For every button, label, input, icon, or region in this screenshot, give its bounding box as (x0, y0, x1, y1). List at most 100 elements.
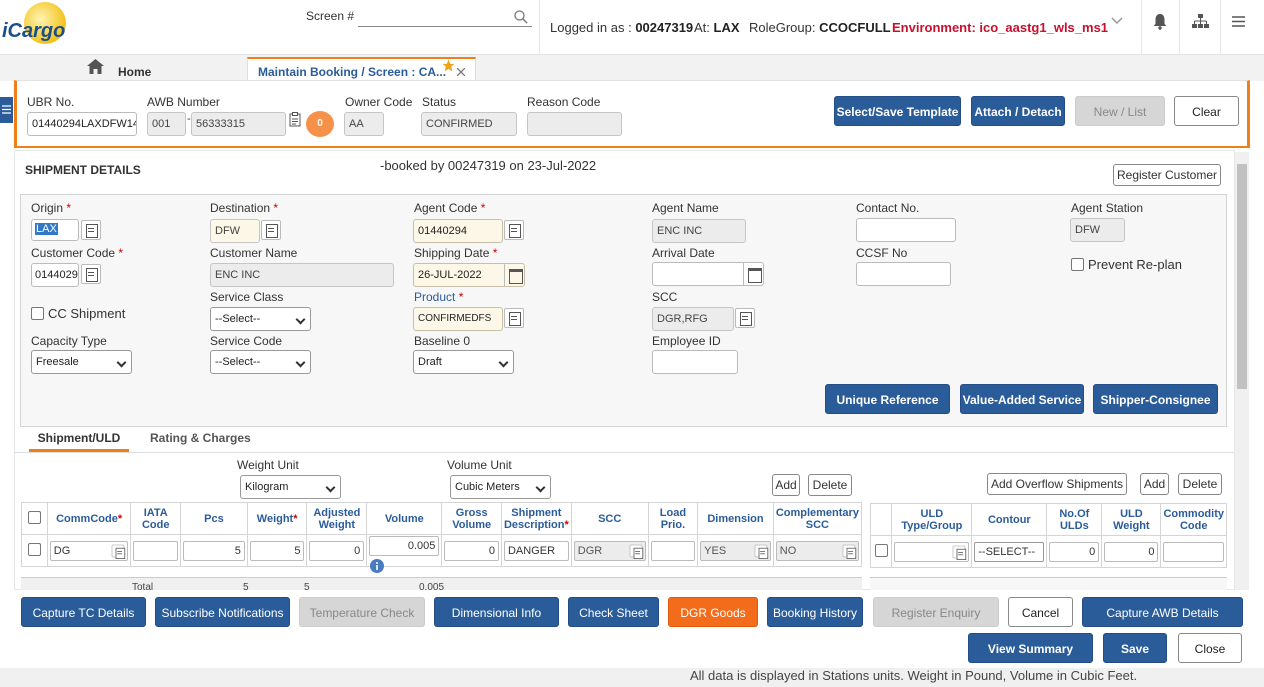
add-overflow-shipments-button[interactable]: Add Overflow Shipments (987, 473, 1127, 495)
commodity-code-input[interactable] (1163, 541, 1224, 562)
search-icon[interactable] (514, 10, 528, 24)
lookup-icon[interactable] (842, 544, 857, 559)
capture-tc-details-button[interactable]: Capture TC Details (21, 597, 146, 627)
row-checkbox[interactable] (27, 542, 41, 556)
reason-code-input[interactable] (527, 112, 622, 136)
volume-unit-select[interactable]: Cubic Meters (450, 475, 551, 499)
origin-lookup-icon[interactable] (81, 220, 101, 240)
product-input[interactable]: CONFIRMEDFS (413, 307, 503, 331)
weight-unit-select[interactable]: Kilogram (240, 475, 341, 499)
product-lookup-icon[interactable] (504, 308, 524, 328)
grid-delete-button[interactable]: Delete (808, 474, 852, 496)
screen-search-input[interactable] (358, 8, 532, 27)
register-enquiry-button[interactable]: Register Enquiry (873, 597, 999, 627)
lookup-icon[interactable] (754, 544, 768, 559)
iata-code-input[interactable] (133, 540, 178, 561)
customer-code-input[interactable]: 0144029 (31, 263, 79, 287)
temperature-check-button[interactable]: Temperature Check (299, 597, 425, 627)
cancel-button[interactable]: Cancel (1008, 597, 1073, 627)
vertical-scrollbar[interactable] (1235, 152, 1249, 590)
subscribe-notifications-button[interactable]: Subscribe Notifications (155, 597, 290, 627)
home-icon[interactable] (87, 59, 104, 74)
arrival-date-input[interactable] (652, 262, 764, 286)
lookup-icon[interactable] (289, 112, 301, 127)
hamburger-icon[interactable] (1232, 16, 1245, 27)
ubr-input[interactable]: 01440294LAXDFW14 (27, 112, 137, 136)
select-save-template-button[interactable]: Select/Save Template (834, 96, 961, 126)
tab-home[interactable]: Home (118, 65, 151, 79)
service-code-select[interactable]: --Select-- (210, 350, 311, 374)
customer-code-lookup-icon[interactable] (81, 264, 101, 284)
info-icon[interactable] (370, 559, 385, 573)
dimensional-info-button[interactable]: Dimensional Info (434, 597, 559, 627)
origin-input[interactable]: LAX (31, 219, 79, 241)
calendar-icon[interactable] (504, 264, 524, 286)
baseline-select[interactable]: Draft (413, 350, 514, 374)
prevent-replan-checkbox[interactable] (1071, 258, 1084, 271)
lookup-icon[interactable] (112, 544, 126, 559)
tab-shipment-uld[interactable]: Shipment/ULD (29, 430, 129, 452)
attach-detach-button[interactable]: Attach / Detach (971, 96, 1065, 126)
weight-input[interactable]: 5 (249, 540, 305, 561)
shipment-description-input[interactable]: DANGER (503, 540, 569, 561)
agent-code-input[interactable]: 01440294 (413, 219, 503, 243)
uld-type-input[interactable] (894, 541, 970, 562)
dimension-input[interactable]: YES (700, 540, 771, 561)
uld-delete-button[interactable]: Delete (1178, 473, 1222, 495)
awb-prefix-input[interactable]: 001 (147, 112, 186, 136)
save-button[interactable]: Save (1103, 633, 1167, 663)
gross-volume-input[interactable]: 0 (444, 540, 499, 561)
lookup-icon[interactable] (629, 544, 643, 559)
dgr-goods-button[interactable]: DGR Goods (668, 597, 758, 627)
booking-history-button[interactable]: Booking History (767, 597, 863, 627)
scc-cell-input[interactable]: DGR (573, 540, 646, 561)
awb-number-input[interactable]: 56333315 (191, 112, 286, 136)
no-of-ulds-input[interactable]: 0 (1049, 541, 1100, 562)
cc-shipment-checkbox[interactable] (31, 307, 44, 320)
grid-add-button[interactable]: Add (772, 474, 800, 496)
unique-reference-button[interactable]: Unique Reference (825, 384, 950, 414)
commcode-input[interactable]: DG (49, 540, 129, 561)
adjusted-weight-input[interactable]: 0 (309, 540, 365, 561)
register-customer-button[interactable]: Register Customer (1113, 164, 1221, 186)
destination-lookup-icon[interactable] (261, 220, 281, 240)
value-added-service-button[interactable]: Value-Added Service (960, 384, 1084, 414)
volume-input[interactable]: 0.005 (369, 535, 440, 556)
pcs-input[interactable]: 5 (182, 540, 245, 561)
check-sheet-button[interactable]: Check Sheet (568, 597, 659, 627)
contour-select[interactable]: --SELECT-- (974, 541, 1045, 562)
employee-id-input[interactable] (652, 350, 738, 374)
select-all-checkbox[interactable] (27, 510, 41, 524)
uld-weight-input[interactable]: 0 (1104, 541, 1159, 562)
complementary-scc-input[interactable]: NO (775, 540, 859, 561)
ccsf-input[interactable] (856, 262, 951, 286)
sitemap-icon[interactable] (1192, 14, 1209, 29)
view-summary-button[interactable]: View Summary (968, 633, 1093, 663)
scc-lookup-icon[interactable] (735, 308, 755, 328)
shipping-date-input[interactable]: 26-JUL-2022 (413, 263, 525, 287)
clear-button[interactable]: Clear (1174, 96, 1239, 126)
destination-input[interactable]: DFW (210, 219, 260, 243)
uld-add-button[interactable]: Add (1140, 473, 1169, 495)
contact-input[interactable] (856, 218, 956, 242)
shipper-consignee-button[interactable]: Shipper-Consignee (1093, 384, 1218, 414)
capacity-type-select[interactable]: Freesale (31, 350, 132, 374)
service-class-select[interactable]: --Select-- (210, 307, 311, 331)
load-prio-input[interactable] (650, 540, 696, 561)
close-icon[interactable] (457, 68, 465, 76)
uld-row-checkbox[interactable] (874, 543, 888, 557)
calendar-icon[interactable] (743, 263, 763, 285)
capture-awb-details-button[interactable]: Capture AWB Details (1082, 597, 1243, 627)
bell-icon[interactable] (1152, 13, 1168, 30)
side-menu-toggle[interactable] (0, 97, 13, 123)
new-list-button[interactable]: New / List (1075, 96, 1165, 126)
agent-code-lookup-icon[interactable] (504, 220, 524, 240)
lookup-icon[interactable] (952, 545, 967, 560)
chevron-down-icon[interactable] (1111, 17, 1123, 25)
owner-code-input[interactable]: AA (344, 112, 384, 136)
tab-rating-charges[interactable]: Rating & Charges (150, 431, 251, 445)
star-icon[interactable] (442, 59, 455, 72)
scc-input[interactable]: DGR,RFG (652, 307, 734, 331)
awb-count-badge[interactable]: 0 (306, 111, 334, 137)
close-button[interactable]: Close (1178, 633, 1242, 663)
